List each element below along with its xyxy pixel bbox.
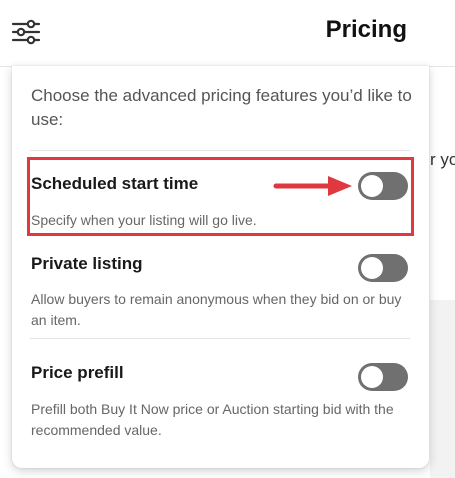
feature-description: Specify when your listing will go live.	[31, 212, 257, 228]
feature-title: Private listing	[31, 254, 143, 273]
advanced-pricing-popover: Choose the advanced pricing features you…	[12, 66, 429, 468]
page-title: Pricing	[325, 16, 407, 43]
toggle-knob	[361, 257, 383, 279]
sliders-icon	[11, 19, 41, 45]
toggle-knob	[361, 366, 383, 388]
background-panel	[430, 300, 455, 478]
feature-title: Price prefill	[31, 363, 124, 382]
scheduled-start-time-toggle[interactable]	[358, 172, 408, 200]
feature-title: Scheduled start time	[31, 174, 199, 193]
feature-description: Allow buyers to remain anonymous when th…	[31, 291, 402, 328]
toggle-knob	[361, 175, 383, 197]
settings-button[interactable]	[8, 14, 44, 50]
top-bar: Pricing	[0, 0, 455, 67]
divider	[30, 150, 410, 151]
private-listing-toggle[interactable]	[358, 254, 408, 282]
divider	[30, 338, 410, 339]
popover-intro: Choose the advanced pricing features you…	[31, 86, 412, 129]
price-prefill-toggle[interactable]	[358, 363, 408, 391]
background-text-fragment: r yo	[430, 150, 455, 169]
feature-description: Prefill both Buy It Now price or Auction…	[31, 401, 394, 438]
